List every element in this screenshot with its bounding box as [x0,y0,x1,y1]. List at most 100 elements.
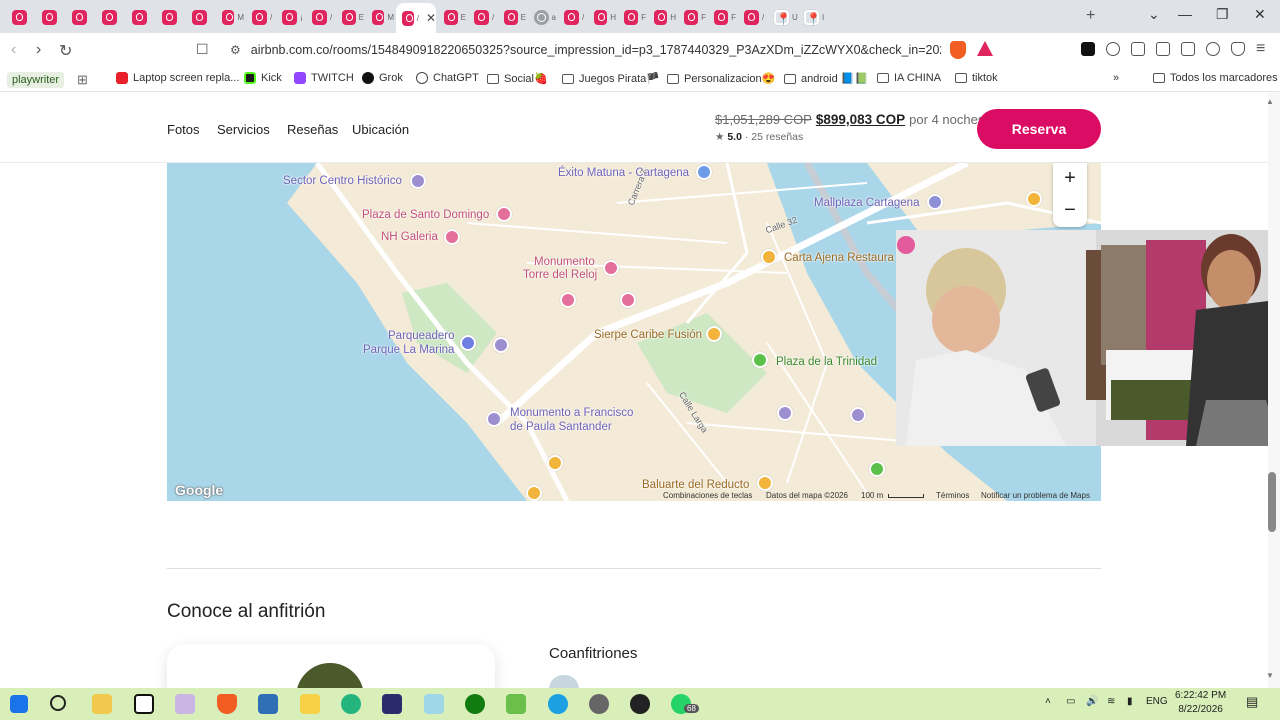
browser-tab[interactable]: F [678,4,706,30]
map-pin-food-2[interactable] [526,485,542,501]
scroll-up-arrow[interactable]: ▲ [1266,97,1274,106]
map-pin-plaza-trinidad[interactable] [752,352,768,368]
map-pin-mallplaza[interactable] [927,194,943,210]
map-pin-santo-domingo[interactable] [496,206,512,222]
browser-tab[interactable]: 📍 U [768,4,798,30]
poi-label[interactable]: Torre del Reloj [523,269,597,282]
bookmark-twitch[interactable]: TWITCH [294,72,354,84]
browser-tab[interactable]: ¡ [276,4,304,30]
sidebar-icon[interactable] [1156,42,1170,56]
browser-tab[interactable] [126,4,154,30]
poi-label[interactable]: Sector Centro Histórico [283,175,402,188]
bookmark-laptop-screen[interactable]: Laptop screen repla... [116,72,239,84]
notion-icon[interactable] [134,694,154,714]
browser-tab[interactable]: a [528,4,556,30]
settings-icon[interactable] [589,694,609,714]
bookmark-folder-social[interactable]: Social🍓 [487,72,548,85]
browser-tab[interactable]: / [468,4,496,30]
reserve-button[interactable]: Reserva [977,109,1101,149]
browser-tab[interactable]: H [648,4,676,30]
bookmark-folder-ia-china[interactable]: IA CHINA [877,72,941,84]
poi-label[interactable]: Carta Ajena Restaura [784,252,894,265]
xbox-icon[interactable] [465,694,485,714]
google-logo[interactable]: Google [175,482,223,498]
language-indicator[interactable]: ENG [1146,696,1168,707]
browser-tab[interactable]: / [738,4,766,30]
map-pin-monument-2[interactable] [620,292,636,308]
poi-label[interactable]: NH Galeria [381,231,438,244]
wallet-icon[interactable] [1181,42,1195,56]
brave-shields-icon[interactable] [950,41,966,59]
nav-link-fotos[interactable]: Fotos [167,122,200,137]
leo-ai-icon[interactable] [1206,42,1220,56]
maximize-button[interactable]: ❐ [1216,6,1229,23]
browser-tab[interactable] [96,4,124,30]
map-pin-parque-marina[interactable] [493,337,509,353]
volume-icon[interactable]: 🔊 [1086,696,1098,707]
discounted-price[interactable]: $899,083 COP [816,112,905,127]
search-icon[interactable] [50,695,66,711]
poi-label[interactable]: de Paula Santander [510,421,612,434]
brave-icon[interactable] [217,694,237,714]
browser-tab[interactable] [156,4,184,30]
poi-label[interactable]: Mallplaza Cartagena [814,197,919,210]
app-green-icon[interactable] [506,694,526,714]
bookmark-chatgpt[interactable]: ChatGPT [416,72,479,84]
sh-icon[interactable] [382,694,402,714]
edge-icon[interactable] [341,694,361,714]
map-pin-torre-reloj[interactable] [603,260,619,276]
store-icon[interactable] [258,694,278,714]
vpn-shield-icon[interactable] [1231,42,1245,56]
bookmark-folder-juegos[interactable]: Juegos Pirata🏴 [562,72,660,85]
scrollbar-thumb[interactable] [1268,472,1276,532]
phone-link-icon[interactable]: ▮ [1127,696,1133,707]
poi-label[interactable]: Monumento [534,256,595,269]
nav-link-resenas[interactable]: Reseñas [287,122,338,137]
forward-button[interactable]: › [36,41,41,59]
menu-icon[interactable]: ≡ [1256,40,1265,58]
back-button[interactable]: ‹ [11,41,16,59]
zoom-out-button[interactable]: − [1053,195,1087,227]
map-pin-nh-galeria[interactable] [444,229,460,245]
url-text[interactable]: airbnb.com.co/rooms/1548490918220650325?… [251,43,941,57]
browser-tab[interactable]: / [246,4,274,30]
browser-tab[interactable]: M [366,4,394,30]
reload-button[interactable]: ↻ [59,41,72,61]
close-tab-icon[interactable]: ✕ [426,11,436,25]
map-pin-exito[interactable] [696,164,712,180]
apps-grid-icon[interactable]: ⊞ [77,72,88,88]
bookmark-folder-personalizacion[interactable]: Personalizacion😍 [667,72,775,85]
address-bar[interactable]: ⚙ airbnb.com.co/rooms/154849091822065032… [220,37,1000,63]
system-clock[interactable]: 6:22:42 PM 8/22/2026 [1175,689,1226,717]
map-scale[interactable]: 100 m [861,491,883,500]
map-pin-monument[interactable] [560,292,576,308]
file-explorer-icon[interactable] [92,694,112,714]
map-pin-food[interactable] [547,455,563,471]
bookmark-icon[interactable]: ☐ [196,41,209,58]
nav-link-ubicacion[interactable]: Ubicación [352,122,409,137]
bookmark-folder-tiktok[interactable]: tiktok [955,72,998,84]
terms-link[interactable]: Términos [936,491,969,500]
map-pin-attraction-2[interactable] [850,407,866,423]
map-pin-centro-historico[interactable] [410,173,426,189]
new-tab-button[interactable]: + [1086,7,1095,25]
cohost-avatar[interactable] [549,675,579,689]
poi-label[interactable]: Plaza de la Trinidad [776,356,877,369]
map-pin-carta-ajena[interactable] [761,249,777,265]
app-a-icon[interactable] [424,694,444,714]
extensions-puzzle-icon[interactable] [1131,42,1145,56]
keyboard-shortcuts-link[interactable]: Combinaciones de teclas [663,491,752,500]
map-pin-park[interactable] [869,461,885,477]
bookmark-folder-android[interactable]: android 📘📗 [784,72,868,85]
camera-icon[interactable] [1106,42,1120,56]
browser-tab[interactable]: E [336,4,364,30]
nav-link-servicios[interactable]: Servicios [217,122,270,137]
bookmark-kick[interactable]: Kick [244,72,282,84]
browser-tab[interactable]: 📍 I [798,4,826,30]
browser-tab[interactable]: F [708,4,736,30]
browser-tab[interactable]: / [558,4,586,30]
map-pin-parking[interactable] [460,335,476,351]
extension-icon[interactable] [1081,42,1095,56]
poi-label[interactable]: Monumento a Francisco [510,407,633,420]
poi-label[interactable]: Éxito Matuna - Cartagena [558,167,689,180]
